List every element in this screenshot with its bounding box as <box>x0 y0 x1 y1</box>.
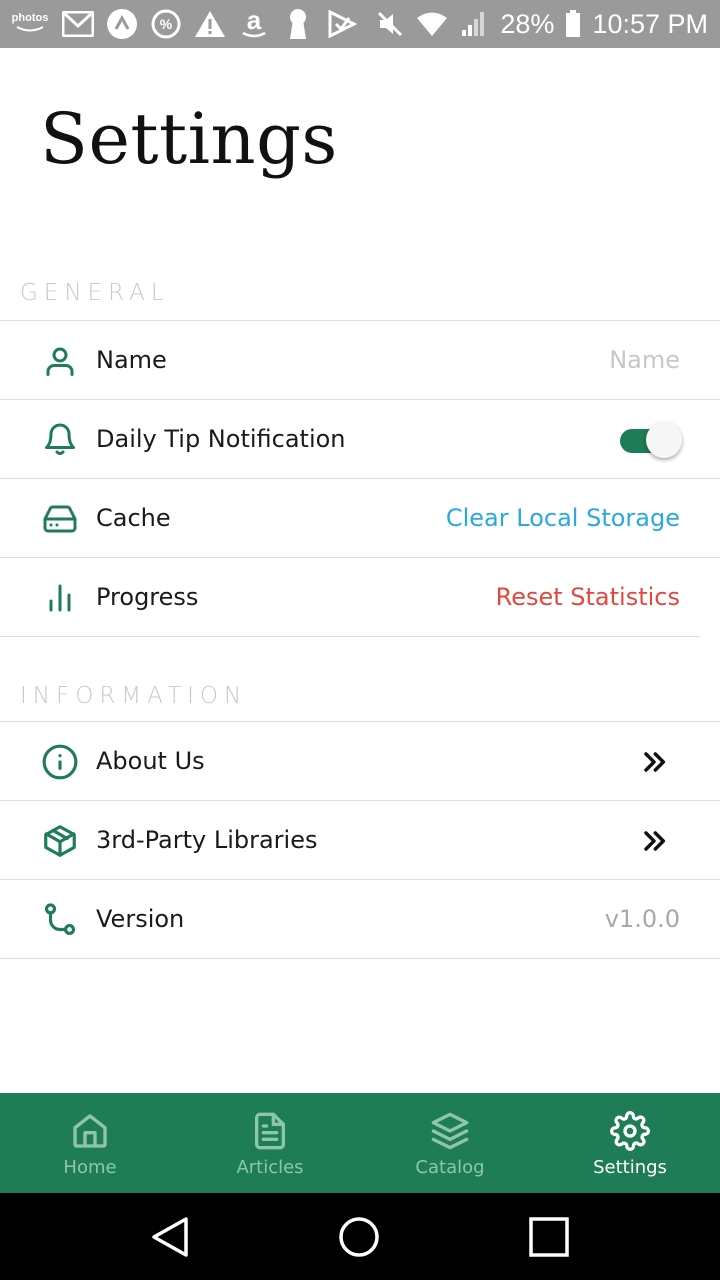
signal-icon <box>458 8 490 40</box>
wifi-icon <box>416 8 448 40</box>
name-input[interactable]: Name <box>609 321 680 400</box>
amazon-photos-icon: photos <box>10 12 50 36</box>
delivery-icon <box>326 8 358 40</box>
warning-icon <box>194 8 226 40</box>
nav-catalog-label: Catalog <box>415 1157 485 1178</box>
progress-label: Progress <box>96 583 199 611</box>
chevrons-right-icon <box>638 746 670 778</box>
daily-tip-toggle[interactable] <box>618 422 684 458</box>
about-label: About Us <box>96 747 205 775</box>
app-a-icon <box>106 8 138 40</box>
settings-row-version: Version v1.0.0 <box>0 879 720 959</box>
chevrons-right-icon <box>638 825 670 857</box>
home-icon <box>70 1111 110 1151</box>
percent-icon: % <box>150 8 182 40</box>
nav-articles[interactable]: Articles <box>180 1093 360 1193</box>
cache-label: Cache <box>96 504 171 532</box>
page-title: Settings <box>40 98 338 180</box>
git-branch-icon <box>38 900 82 940</box>
nav-articles-label: Articles <box>236 1157 304 1178</box>
settings-row-name[interactable]: Name Name <box>0 320 720 399</box>
settings-row-progress: Progress Reset Statistics <box>0 557 720 636</box>
package-icon <box>38 821 82 861</box>
toggle-knob <box>646 422 682 458</box>
gmail-icon <box>62 8 94 40</box>
clock: 10:57 PM <box>592 8 708 39</box>
name-label: Name <box>96 346 167 374</box>
version-value: v1.0.0 <box>604 905 680 933</box>
gear-icon <box>610 1111 650 1151</box>
recents-button[interactable] <box>525 1213 573 1261</box>
home-button[interactable] <box>335 1213 383 1261</box>
settings-row-about[interactable]: About Us <box>0 721 720 800</box>
mute-icon <box>374 8 406 40</box>
system-status: 28% 10:57 PM <box>374 6 708 42</box>
settings-row-libraries[interactable]: 3rd-Party Libraries <box>0 800 720 879</box>
nav-home-label: Home <box>63 1157 117 1178</box>
svg-text:a: a <box>247 9 262 35</box>
bottom-nav: Home Articles Catalog Settings <box>0 1093 720 1193</box>
version-label: Version <box>96 905 185 933</box>
amazon-icon: a <box>238 8 270 40</box>
battery-icon <box>564 8 582 40</box>
nav-settings[interactable]: Settings <box>540 1093 720 1193</box>
reset-statistics-button[interactable]: Reset Statistics <box>496 558 680 637</box>
section-header-information: INFORMATION <box>0 636 700 722</box>
keyhole-icon <box>282 8 314 40</box>
hard-drive-icon <box>38 499 82 539</box>
nav-settings-label: Settings <box>593 1157 667 1178</box>
battery-percent: 28% <box>500 8 555 39</box>
settings-row-cache: Cache Clear Local Storage <box>0 478 720 557</box>
settings-row-daily-tip: Daily Tip Notification <box>0 399 720 478</box>
clear-local-storage-button[interactable]: Clear Local Storage <box>446 479 680 558</box>
info-icon <box>38 742 82 782</box>
bar-chart-icon <box>38 578 82 618</box>
status-bar: photos % a 28% 10:57 PM <box>0 0 720 48</box>
system-nav-bar <box>0 1193 720 1280</box>
section-header-general: GENERAL <box>20 280 170 306</box>
back-button[interactable] <box>146 1213 194 1261</box>
nav-catalog[interactable]: Catalog <box>360 1093 540 1193</box>
layers-icon <box>430 1111 470 1151</box>
notification-icons: photos % a <box>10 6 358 42</box>
document-icon <box>250 1111 290 1151</box>
libraries-label: 3rd-Party Libraries <box>96 826 318 854</box>
daily-tip-label: Daily Tip Notification <box>96 425 346 453</box>
svg-text:%: % <box>160 16 173 32</box>
nav-home[interactable]: Home <box>0 1093 180 1193</box>
user-icon <box>38 341 82 381</box>
bell-icon <box>38 420 82 460</box>
